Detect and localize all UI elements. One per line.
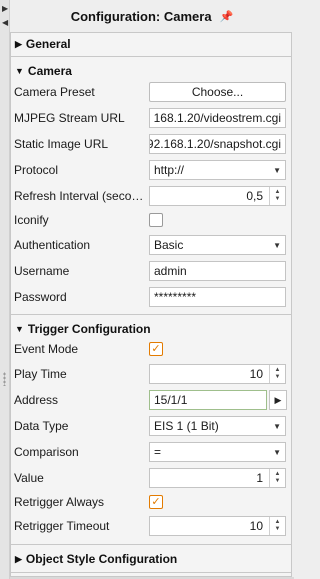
- choose-preset-button[interactable]: Choose...: [149, 82, 286, 102]
- comparison-label: Comparison: [14, 445, 79, 459]
- authentication-select[interactable]: Basic ▼: [149, 235, 286, 255]
- address-browse-button[interactable]: ▶: [269, 390, 287, 410]
- retrigger-timeout-label: Retrigger Timeout: [14, 519, 110, 533]
- divider: [11, 572, 291, 573]
- authentication-label: Authentication: [14, 238, 91, 252]
- iconify-label: Iconify: [14, 213, 49, 227]
- refresh-interval-value: 0,5: [246, 189, 263, 203]
- checkmark-icon: ✓: [151, 496, 161, 508]
- address-value: 15/1/1: [154, 393, 188, 407]
- section-camera[interactable]: ▼ Camera: [11, 60, 291, 82]
- section-general-label: General: [25, 37, 71, 51]
- row-authentication: Authentication Basic ▼: [11, 233, 291, 257]
- data-type-label: Data Type: [14, 419, 69, 433]
- spinner-arrows-icon[interactable]: ▲ ▼: [269, 469, 285, 487]
- dock-arrow-right-icon[interactable]: ▶: [2, 4, 8, 13]
- value-spinner[interactable]: 1 ▲ ▼: [149, 468, 286, 488]
- password-label: Password: [14, 290, 67, 304]
- spinner-arrows-icon[interactable]: ▲ ▼: [269, 517, 285, 535]
- row-iconify: Iconify: [11, 208, 291, 232]
- row-camera-preset: Camera Preset Choose...: [11, 80, 291, 104]
- pin-icon[interactable]: 📌: [220, 10, 234, 23]
- resize-grip-icon[interactable]: [3, 372, 6, 386]
- row-address: Address 15/1/1 ▶: [11, 388, 291, 412]
- mjpeg-url-label: MJPEG Stream URL: [14, 111, 125, 125]
- chevron-down-icon: ▼: [273, 240, 281, 250]
- properties-panel: ▶ General ▼ Camera Camera Preset Choose.…: [10, 32, 292, 577]
- static-url-value: 92.168.1.20/snapshot.cgi: [149, 137, 281, 151]
- row-mjpeg-url: MJPEG Stream URL 168.1.20/videostrem.cgi: [11, 106, 291, 130]
- mjpeg-url-value: 168.1.20/videostrem.cgi: [153, 111, 281, 125]
- protocol-select[interactable]: http:// ▼: [149, 160, 286, 180]
- row-password: Password *********: [11, 285, 291, 309]
- row-event-mode: Event Mode ✓: [11, 337, 291, 361]
- static-url-label: Static Image URL: [14, 137, 109, 151]
- event-mode-label: Event Mode: [14, 342, 79, 356]
- comparison-value: =: [154, 445, 162, 459]
- section-general[interactable]: ▶ General: [11, 33, 291, 55]
- row-refresh-interval: Refresh Interval (secon... 0,5 ▲ ▼: [11, 184, 291, 208]
- row-username: Username admin: [11, 259, 291, 283]
- protocol-label: Protocol: [14, 163, 59, 177]
- static-url-input[interactable]: 92.168.1.20/snapshot.cgi: [149, 134, 286, 154]
- dock-arrow-left-icon[interactable]: ◀: [2, 18, 8, 27]
- username-value: admin: [154, 264, 187, 278]
- refresh-interval-label: Refresh Interval (secon...: [14, 189, 146, 203]
- retrigger-timeout-spinner[interactable]: 10 ▲ ▼: [149, 516, 286, 536]
- row-value: Value 1 ▲ ▼: [11, 466, 291, 490]
- play-triangle-icon: ▶: [274, 394, 282, 405]
- retrigger-timeout-value: 10: [249, 519, 263, 533]
- event-mode-checkbox[interactable]: ✓: [149, 342, 163, 356]
- checkmark-icon: ✓: [151, 343, 161, 355]
- triangle-right-icon: ▶: [15, 553, 22, 564]
- comparison-select[interactable]: = ▼: [149, 442, 286, 462]
- divider: [11, 314, 291, 315]
- address-label: Address: [14, 393, 59, 407]
- play-time-spinner[interactable]: 10 ▲ ▼: [149, 364, 286, 384]
- retrigger-always-checkbox[interactable]: ✓: [149, 495, 163, 509]
- username-label: Username: [14, 264, 70, 278]
- side-dock-strip: ▶ ◀: [0, 0, 10, 579]
- row-retrigger-timeout: Retrigger Timeout 10 ▲ ▼: [11, 514, 291, 538]
- chevron-down-icon: ▼: [273, 447, 281, 457]
- section-object-style[interactable]: ▶ Object Style Configuration: [11, 548, 291, 570]
- address-input[interactable]: 15/1/1: [149, 390, 267, 410]
- authentication-value: Basic: [154, 238, 184, 252]
- section-object-style-label: Object Style Configuration: [25, 552, 178, 566]
- triangle-right-icon: ▶: [15, 38, 22, 49]
- row-data-type: Data Type EIS 1 (1 Bit) ▼: [11, 414, 291, 438]
- section-trigger-label: Trigger Configuration: [27, 322, 151, 336]
- protocol-value: http://: [154, 163, 185, 177]
- mjpeg-url-input[interactable]: 168.1.20/videostrem.cgi: [149, 108, 286, 128]
- value-value: 1: [256, 471, 263, 485]
- data-type-value: EIS 1 (1 Bit): [154, 419, 219, 433]
- chevron-down-icon: ▼: [273, 421, 281, 431]
- data-type-select[interactable]: EIS 1 (1 Bit) ▼: [149, 416, 286, 436]
- row-static-url: Static Image URL 92.168.1.20/snapshot.cg…: [11, 132, 291, 156]
- spinner-arrows-icon[interactable]: ▲ ▼: [269, 187, 285, 205]
- row-comparison: Comparison = ▼: [11, 440, 291, 464]
- triangle-down-icon: ▼: [15, 66, 24, 76]
- play-time-value: 10: [249, 367, 263, 381]
- camera-preset-label: Camera Preset: [14, 85, 95, 99]
- value-label: Value: [14, 471, 44, 485]
- retrigger-always-label: Retrigger Always: [14, 495, 105, 509]
- play-time-label: Play Time: [14, 367, 67, 381]
- username-input[interactable]: admin: [149, 261, 286, 281]
- row-retrigger-always: Retrigger Always ✓: [11, 490, 291, 514]
- divider: [11, 544, 291, 545]
- divider: [11, 56, 291, 57]
- chevron-down-icon: ▼: [273, 165, 281, 175]
- triangle-down-icon: ▼: [15, 324, 24, 334]
- section-camera-label: Camera: [27, 64, 72, 78]
- password-value: *********: [154, 290, 197, 304]
- iconify-checkbox[interactable]: [149, 213, 163, 227]
- panel-header: Configuration: Camera 📌: [10, 0, 294, 32]
- spinner-arrows-icon[interactable]: ▲ ▼: [269, 365, 285, 383]
- row-play-time: Play Time 10 ▲ ▼: [11, 362, 291, 386]
- refresh-interval-spinner[interactable]: 0,5 ▲ ▼: [149, 186, 286, 206]
- panel-title: Configuration: Camera: [70, 8, 212, 24]
- password-input[interactable]: *********: [149, 287, 286, 307]
- row-protocol: Protocol http:// ▼: [11, 158, 291, 182]
